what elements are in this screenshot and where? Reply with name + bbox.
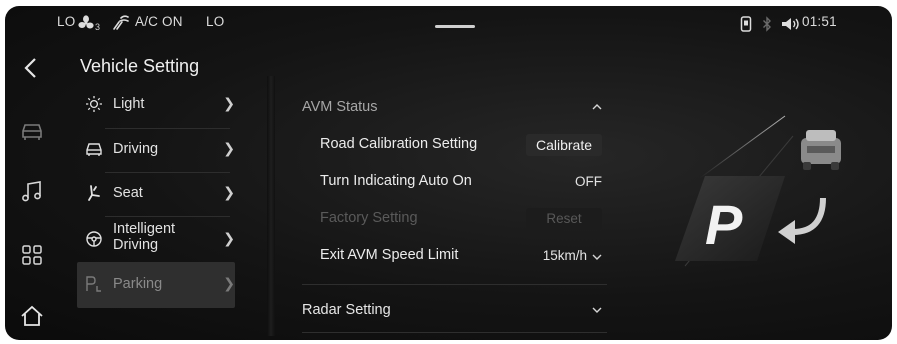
section-title-radar-setting[interactable]: Radar Setting bbox=[302, 302, 391, 318]
bluetooth-icon[interactable] bbox=[762, 16, 772, 32]
sidebar-item-label: Parking bbox=[113, 276, 163, 292]
factory-setting-label: Factory Setting bbox=[320, 210, 418, 226]
sidebar-item-label: Driving bbox=[113, 237, 159, 253]
phone-icon[interactable] bbox=[739, 16, 753, 32]
sidebar-item-parking[interactable]: Parking ❯ bbox=[77, 275, 235, 295]
chevron-up-icon[interactable] bbox=[591, 100, 603, 112]
fan-level: 3 bbox=[95, 22, 101, 32]
apps-grid-icon[interactable] bbox=[19, 242, 45, 268]
drag-handle[interactable] bbox=[435, 25, 475, 28]
home-icon[interactable] bbox=[19, 303, 45, 329]
fan-icon[interactable] bbox=[78, 15, 96, 31]
chevron-down-icon[interactable] bbox=[591, 250, 603, 262]
car-outline-icon bbox=[85, 140, 103, 158]
sidebar-item-label: Light bbox=[113, 96, 145, 112]
clock: 01:51 bbox=[802, 14, 837, 29]
road-calibration-label: Road Calibration Setting bbox=[320, 136, 478, 152]
chevron-down-icon[interactable] bbox=[591, 303, 603, 315]
exit-avm-speed-value[interactable]: 15km/h bbox=[515, 248, 587, 263]
chevron-right-icon: ❯ bbox=[223, 184, 235, 200]
divider bbox=[302, 332, 607, 333]
sidebar-item-label: Intelligent bbox=[113, 221, 176, 237]
sidebar-item-intelligent-driving[interactable]: Intelligent Driving ❯ bbox=[77, 221, 235, 257]
seat-icon bbox=[85, 184, 103, 202]
sidebar-item-light[interactable]: Light ❯ bbox=[77, 95, 235, 115]
car-rear-icon bbox=[801, 130, 841, 170]
divider bbox=[105, 128, 230, 129]
screen: LO 3 A/C ON LO 01:51 Vehicle Setting Lig… bbox=[5, 6, 892, 340]
sun-icon bbox=[85, 95, 103, 113]
page-title: Vehicle Setting bbox=[80, 56, 200, 76]
parking-sign-letter: P bbox=[705, 193, 743, 256]
sidebar-item-label: Seat bbox=[113, 185, 143, 201]
turn-indicating-label: Turn Indicating Auto On bbox=[320, 173, 472, 189]
divider bbox=[105, 172, 230, 173]
chevron-right-icon: ❯ bbox=[223, 140, 235, 156]
parking-icon bbox=[85, 275, 103, 293]
section-title-avm-status[interactable]: AVM Status bbox=[302, 99, 377, 115]
turn-indicating-value[interactable]: OFF bbox=[545, 174, 602, 189]
car-icon[interactable] bbox=[19, 118, 45, 144]
sidebar-item-seat[interactable]: Seat ❯ bbox=[77, 184, 235, 204]
divider bbox=[302, 284, 607, 285]
ac-status[interactable]: A/C ON bbox=[135, 14, 183, 29]
chevron-right-icon: ❯ bbox=[223, 275, 235, 291]
right-temp[interactable]: LO bbox=[206, 14, 224, 29]
left-temp[interactable]: LO bbox=[57, 14, 75, 29]
back-arrow-icon[interactable] bbox=[19, 55, 45, 81]
sidebar-item-driving[interactable]: Driving ❯ bbox=[77, 140, 235, 160]
reset-button[interactable]: Reset bbox=[526, 208, 602, 230]
exit-avm-speed-label: Exit AVM Speed Limit bbox=[320, 247, 459, 263]
divider bbox=[105, 216, 230, 217]
music-note-icon[interactable] bbox=[19, 179, 45, 205]
parking-illustration: P bbox=[645, 106, 875, 286]
chevron-right-icon: ❯ bbox=[223, 230, 235, 246]
sidebar-item-label: Driving bbox=[113, 141, 159, 157]
steering-wheel-icon bbox=[85, 230, 103, 248]
volume-icon[interactable] bbox=[781, 16, 801, 32]
chevron-right-icon: ❯ bbox=[223, 95, 235, 111]
air-recirculation-icon[interactable] bbox=[112, 14, 130, 31]
calibrate-button[interactable]: Calibrate bbox=[526, 134, 602, 156]
panel-divider bbox=[267, 76, 275, 336]
